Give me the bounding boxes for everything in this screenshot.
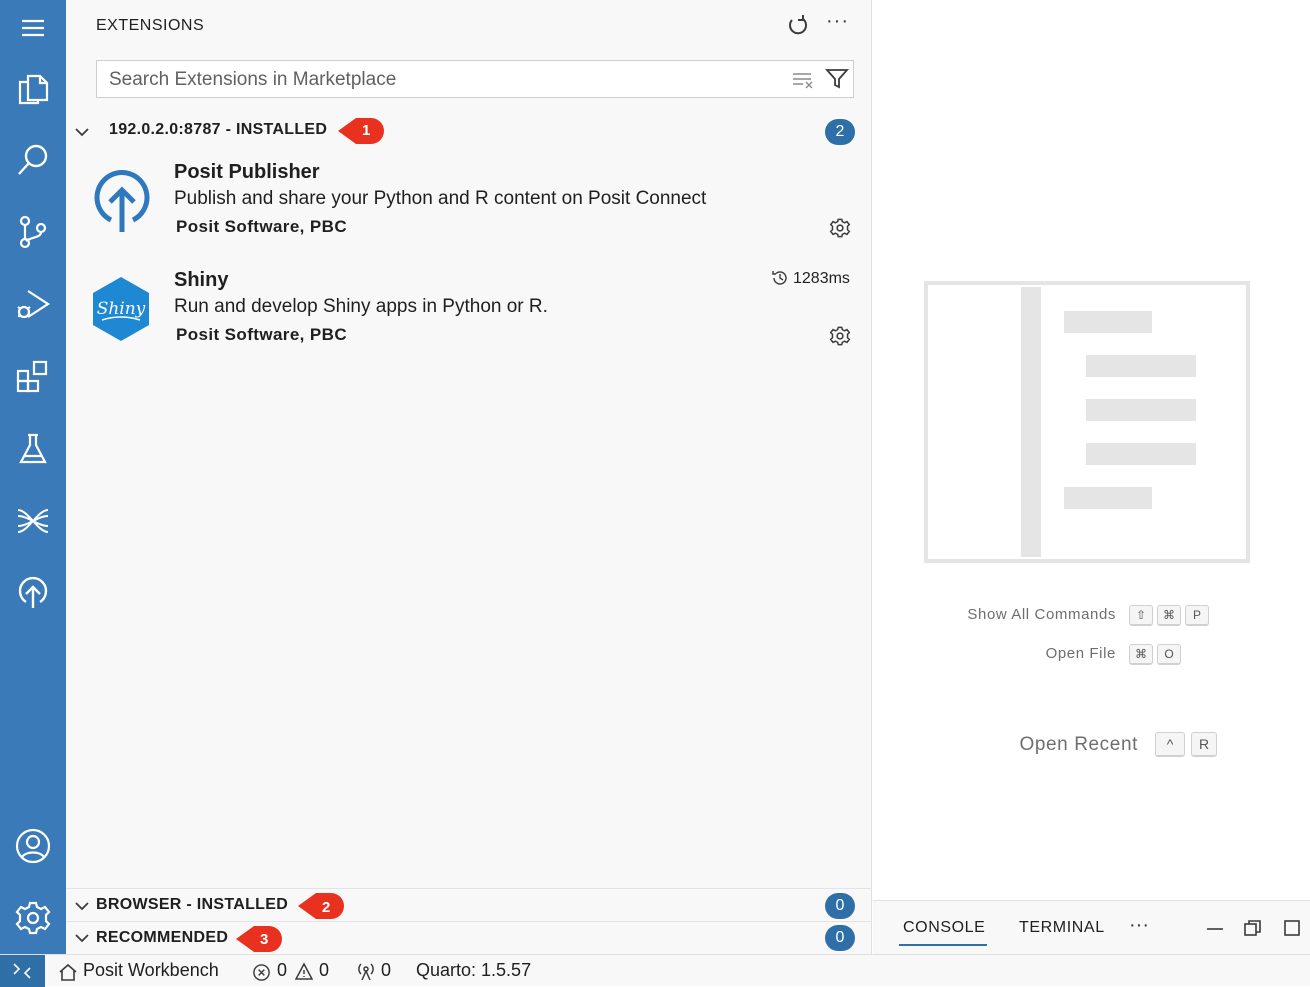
count-badge: 0 [825, 925, 855, 951]
shortcut-key: P [1185, 605, 1209, 626]
extension-description: Publish and share your Python and R cont… [174, 188, 707, 209]
shortcut-key: ^ [1155, 732, 1185, 757]
source-control-icon[interactable] [0, 204, 66, 260]
section-label: 192.0.2.0:8787 - INSTALLED [109, 121, 328, 138]
accounts-icon[interactable] [0, 818, 66, 874]
testing-icon[interactable] [0, 421, 66, 477]
settings-icon[interactable] [0, 890, 66, 946]
section-divider [66, 888, 872, 889]
section-label: RECOMMENDED [96, 929, 229, 946]
extension-publisher: Posit Software, PBC [176, 217, 348, 236]
activity-bar [0, 0, 66, 954]
search-icon[interactable] [0, 132, 66, 188]
shiny-logo: Shiny [93, 277, 149, 341]
svg-text:Shiny: Shiny [97, 299, 146, 319]
explorer-icon[interactable] [0, 61, 66, 117]
open-file-label[interactable]: Open File [973, 645, 1116, 662]
sidebar-title: EXTENSIONS [96, 17, 205, 34]
filter-icon[interactable] [825, 68, 849, 90]
extensions-icon[interactable] [0, 349, 66, 405]
section-label: BROWSER - INSTALLED [96, 896, 289, 913]
search-box[interactable] [96, 60, 854, 98]
shortcut-key: O [1157, 644, 1181, 665]
ports-count[interactable]: 0 [381, 960, 391, 981]
run-debug-icon[interactable] [0, 276, 66, 332]
panel-more-icon[interactable]: ··· [1129, 914, 1149, 937]
count-badge: 0 [825, 893, 855, 919]
restore-panel-icon[interactable] [1243, 918, 1263, 938]
error-icon [253, 964, 270, 981]
extension-name: Shiny [174, 269, 229, 291]
count-badge: 2 [825, 119, 855, 145]
warning-icon [294, 962, 314, 980]
posit-publisher-icon [94, 170, 150, 232]
maximize-panel-icon[interactable] [1282, 918, 1302, 938]
ports-icon [358, 963, 374, 981]
activation-time: 1283ms [793, 270, 850, 287]
section-remote-installed[interactable]: 192.0.2.0:8787 - INSTALLED 1 2 [66, 115, 872, 147]
extension-item[interactable]: Shiny Shiny 1283ms Run and develop Shiny… [66, 262, 872, 362]
extension-name: Posit Publisher [174, 161, 320, 183]
extension-item[interactable]: Posit Publisher Publish and share your P… [66, 154, 872, 254]
manage-gear-icon[interactable] [829, 217, 851, 239]
extension-description: Run and develop Shiny apps in Python or … [174, 296, 548, 317]
callout-number: 3 [260, 931, 269, 948]
error-count[interactable]: 0 [277, 960, 287, 981]
remote-icon [13, 963, 31, 979]
posit-workbench-icon[interactable] [0, 493, 66, 549]
extension-publisher: Posit Software, PBC [176, 325, 348, 344]
extensions-sidebar: EXTENSIONS ··· 192.0.2.0:8787 - INSTALLE… [66, 0, 872, 954]
quarto-version[interactable]: Quarto: 1.5.57 [416, 960, 531, 981]
chevron-down-icon[interactable] [74, 898, 90, 914]
manage-gear-icon[interactable] [829, 325, 851, 347]
chevron-down-icon[interactable] [74, 124, 90, 140]
status-bar: Posit Workbench 0 0 0 Quarto: 1.5.57 [0, 954, 1310, 987]
show-all-commands-label[interactable]: Show All Commands [933, 606, 1116, 623]
shortcut-key: R [1191, 732, 1217, 757]
editor-area: Show All Commands ⇧ ⌘ P Open File ⌘ O Op… [873, 0, 1310, 900]
history-icon [772, 271, 787, 285]
section-recommended[interactable]: RECOMMENDED 3 0 [66, 922, 872, 954]
workbench-label[interactable]: Posit Workbench [83, 960, 219, 981]
chevron-down-icon[interactable] [74, 930, 90, 946]
shortcut-key: ⌘ [1157, 605, 1181, 626]
shortcut-key: ⇧ [1129, 605, 1153, 626]
callout-number: 1 [362, 122, 371, 139]
active-tab-indicator [899, 944, 987, 946]
shortcut-key: ⌘ [1129, 644, 1153, 665]
menu-icon[interactable] [0, 0, 66, 56]
search-input[interactable] [107, 68, 771, 92]
editor-watermark-icon [924, 281, 1250, 563]
posit-publisher-icon[interactable] [0, 564, 66, 620]
callout-number: 2 [322, 899, 331, 916]
remote-indicator[interactable] [0, 955, 45, 987]
refresh-icon[interactable] [786, 14, 810, 38]
section-browser-installed[interactable]: BROWSER - INSTALLED 2 0 [66, 890, 872, 922]
tab-console[interactable]: CONSOLE [903, 919, 985, 937]
tab-terminal[interactable]: TERMINAL [1019, 919, 1105, 937]
clear-filter-icon[interactable] [791, 71, 815, 89]
home-icon [59, 963, 77, 981]
warning-count[interactable]: 0 [319, 960, 329, 981]
more-actions-icon[interactable]: ··· [826, 10, 849, 33]
open-recent-label[interactable]: Open Recent [963, 734, 1138, 756]
minimize-panel-icon[interactable] [1205, 920, 1225, 936]
